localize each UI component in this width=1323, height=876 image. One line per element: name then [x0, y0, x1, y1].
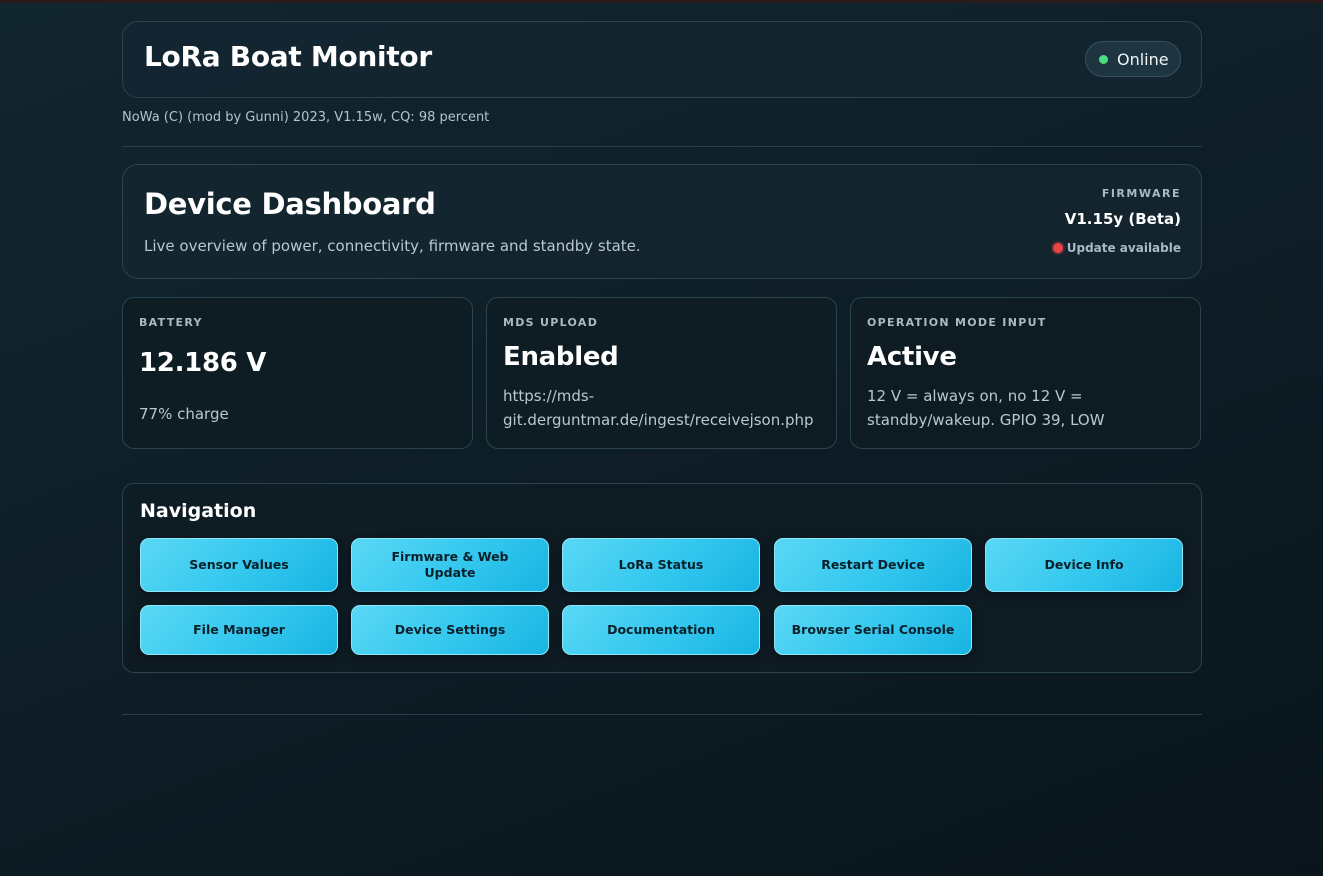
device-dashboard-panel: Device Dashboard Live overview of power,… [122, 164, 1202, 279]
battery-voltage: 12.186 V [139, 348, 267, 378]
navigation-title: Navigation [140, 500, 257, 522]
status-dot-icon [1099, 54, 1108, 64]
card-label: MDS UPLOAD [503, 316, 599, 329]
firmware-web-update-button[interactable]: Firmware & Web Update [351, 538, 549, 592]
top-edge [0, 0, 1323, 3]
app-title: LoRa Boat Monitor [144, 40, 432, 73]
firmware-label: FIRMWARE [1101, 187, 1181, 200]
operation-mode-card: OPERATION MODE INPUT Active 12 V = alway… [850, 297, 1201, 449]
mds-upload-card: MDS UPLOAD Enabled https://mds-git.dergu… [486, 297, 837, 449]
sensor-values-button[interactable]: Sensor Values [140, 538, 338, 592]
operation-mode-desc: 12 V = always on, no 12 V = standby/wake… [867, 387, 1105, 429]
divider [122, 146, 1202, 147]
app-header: LoRa Boat Monitor Online [122, 21, 1202, 98]
mds-upload-url: https://mds-git.derguntmar.de/ingest/rec… [503, 387, 814, 429]
documentation-button[interactable]: Documentation [562, 605, 760, 655]
footer-divider [122, 714, 1202, 715]
online-status-badge: Online [1085, 41, 1181, 77]
battery-charge: 77% charge [139, 405, 229, 423]
card-label: OPERATION MODE INPUT [867, 316, 1047, 329]
operation-mode-status: Active [867, 342, 957, 372]
dashboard-subtitle: Live overview of power, connectivity, fi… [144, 237, 641, 255]
navigation-panel: Navigation Sensor Values Firmware & Web … [122, 483, 1202, 673]
lora-status-button[interactable]: LoRa Status [562, 538, 760, 592]
dashboard-title: Device Dashboard [144, 187, 436, 221]
restart-device-button[interactable]: Restart Device [774, 538, 972, 592]
device-settings-button[interactable]: Device Settings [351, 605, 549, 655]
device-info-button[interactable]: Device Info [985, 538, 1183, 592]
credits-line: NoWa (C) (mod by Gunni) 2023, V1.15w, CQ… [122, 110, 490, 125]
status-text: Online [1117, 49, 1169, 69]
battery-card: BATTERY 12.186 V 77% charge [122, 297, 473, 449]
firmware-version: V1.15y (Beta) [1064, 210, 1181, 228]
update-available-indicator: Update available [1052, 241, 1181, 255]
update-available-text: Update available [1066, 241, 1181, 255]
update-dot-icon [1052, 243, 1063, 253]
mds-upload-status: Enabled [503, 342, 619, 372]
card-label: BATTERY [139, 316, 203, 329]
browser-serial-console-button[interactable]: Browser Serial Console [774, 605, 972, 655]
file-manager-button[interactable]: File Manager [140, 605, 338, 655]
